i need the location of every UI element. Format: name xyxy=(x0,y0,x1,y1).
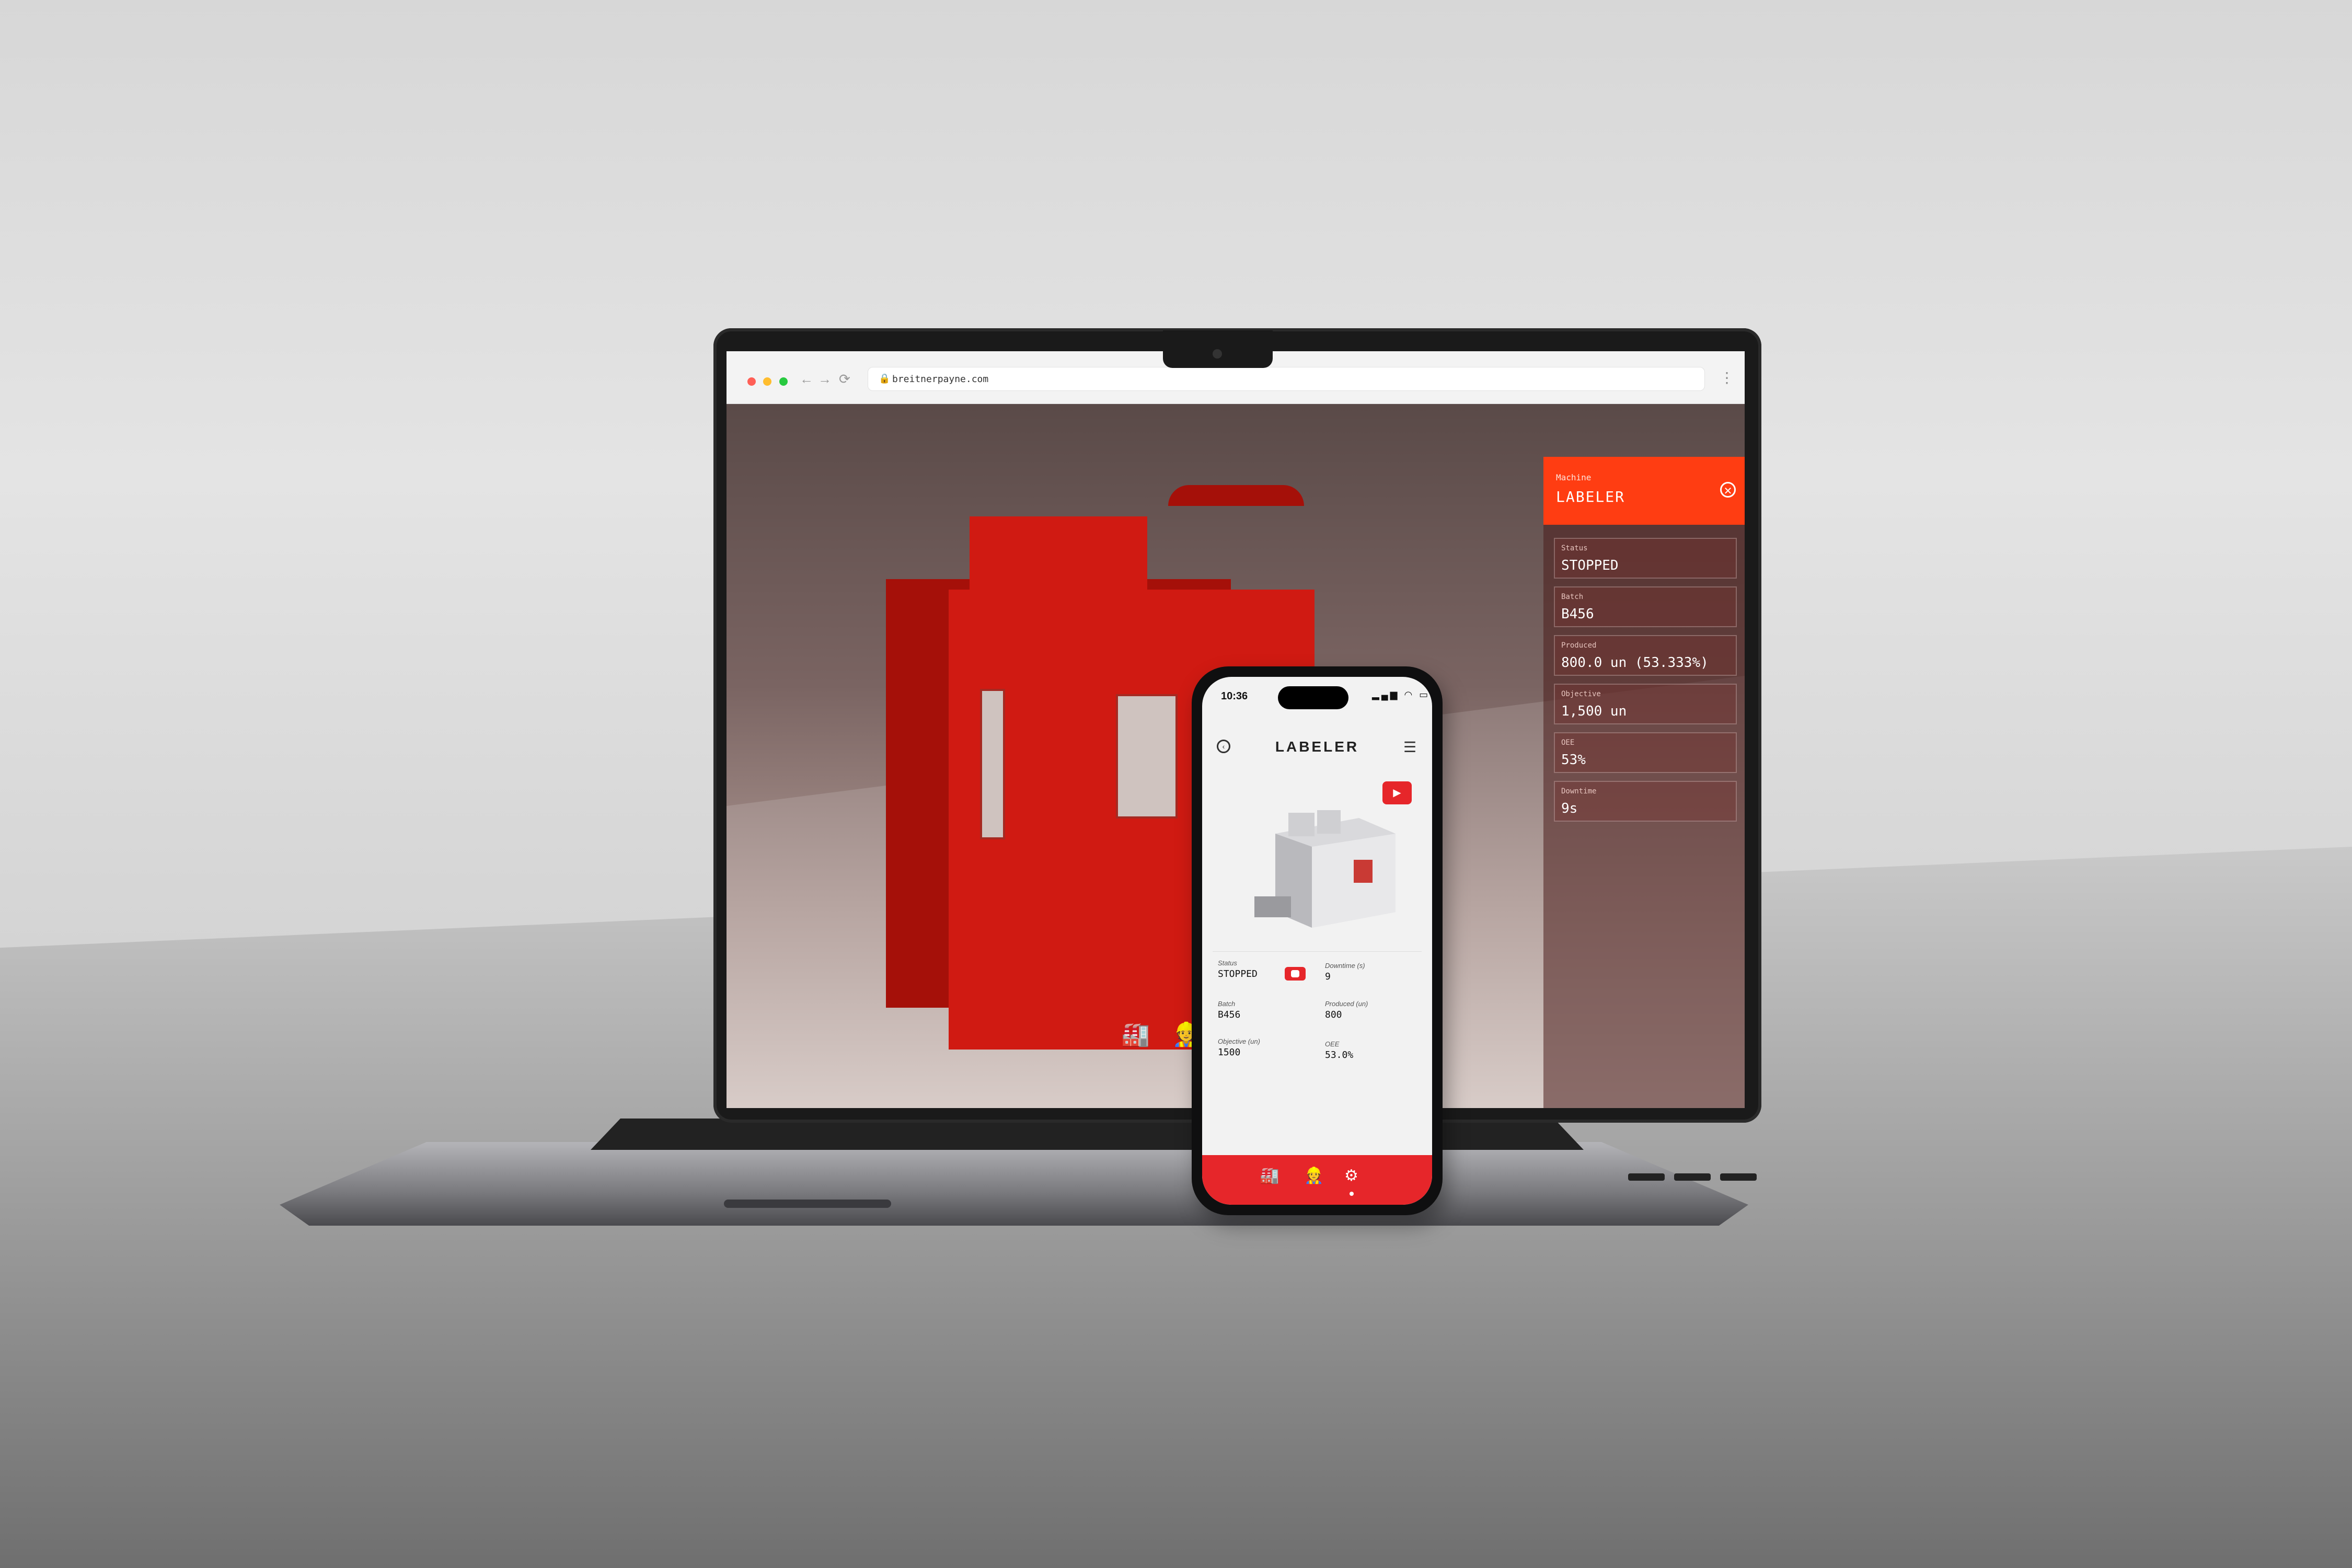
status-value: STOPPED xyxy=(1218,969,1258,979)
status-toggle[interactable] xyxy=(1285,967,1306,981)
card-value: 1,500 un xyxy=(1561,704,1627,719)
oee-card: OEE 53% xyxy=(1554,732,1737,773)
produced-label: Produced (un) xyxy=(1325,1000,1368,1008)
window-controls xyxy=(747,377,793,388)
status-bar-time: 10:36 xyxy=(1221,690,1248,702)
card-value: B456 xyxy=(1561,606,1594,622)
dynamic-island xyxy=(1278,686,1348,709)
card-label: Objective xyxy=(1561,690,1601,698)
machine-top-block xyxy=(970,516,1064,590)
port xyxy=(1628,1173,1665,1181)
machine-arm xyxy=(1168,485,1304,506)
side-vent xyxy=(980,689,1005,839)
browser-menu-icon[interactable]: ⋮ xyxy=(1720,369,1734,386)
forward-arrow-icon[interactable]: → xyxy=(818,371,832,387)
machine-info-panel: Machine LABELER ✕ Status STOPPED Batch B… xyxy=(1543,457,1745,1108)
card-value: 800.0 un (53.333%) xyxy=(1561,655,1709,671)
active-tab-indicator xyxy=(1350,1192,1354,1196)
card-label: Downtime xyxy=(1561,787,1597,795)
back-arrow-icon[interactable]: ← xyxy=(800,371,813,387)
status-bar-icons: ▂▄▆ ◠ ▭ xyxy=(1372,689,1431,700)
scene: ← → ⟳ 🔒 breitnerpayne.com ⋮ 🏭 👷 Machine … xyxy=(0,0,2352,1568)
card-label: OEE xyxy=(1561,739,1575,747)
objective-value: 1500 xyxy=(1218,1047,1241,1058)
laptop-base xyxy=(280,1142,1748,1226)
downtime-card: Downtime 9s xyxy=(1554,781,1737,822)
card-value: 53% xyxy=(1561,752,1586,768)
page-title: LABELER xyxy=(1275,739,1359,755)
machine-tab-icon[interactable]: ⚙ xyxy=(1344,1167,1358,1185)
address-bar[interactable]: 🔒 breitnerpayne.com xyxy=(868,367,1705,391)
maximize-window-button[interactable] xyxy=(779,377,788,386)
batch-value: B456 xyxy=(1218,1009,1241,1020)
phone-screen: 10:36 ▂▄▆ ◠ ▭ ‹ LABELER ☰ ▶ Status STOPP… xyxy=(1202,677,1432,1205)
status-label: Status xyxy=(1218,959,1237,967)
port xyxy=(1674,1173,1711,1181)
downtime-value: 9 xyxy=(1325,971,1331,982)
minimize-window-button[interactable] xyxy=(763,377,772,386)
panel-section-label: Machine xyxy=(1556,472,1592,482)
objective-card: Objective 1,500 un xyxy=(1554,684,1737,724)
produced-card: Produced 800.0 un (53.333%) xyxy=(1554,635,1737,676)
viewport-dock: 🏭 👷 xyxy=(1121,1021,1201,1048)
machine-top-block xyxy=(1064,516,1147,590)
laptop-ports xyxy=(1628,1173,1766,1183)
port xyxy=(1720,1173,1757,1181)
close-window-button[interactable] xyxy=(747,377,756,386)
card-value: 9s xyxy=(1561,801,1578,816)
machine-name: LABELER xyxy=(1556,488,1625,505)
card-label: Batch xyxy=(1561,593,1584,601)
card-label: Status xyxy=(1561,544,1588,552)
bottom-tab-bar: 🏭 👷 ⚙ xyxy=(1202,1155,1432,1205)
downtime-label: Downtime (s) xyxy=(1325,962,1365,970)
card-value: STOPPED xyxy=(1561,558,1619,573)
factory-tab-icon[interactable]: 🏭 xyxy=(1260,1167,1279,1185)
url-text: breitnerpayne.com xyxy=(892,374,989,385)
status-card: Status STOPPED xyxy=(1554,538,1737,579)
card-label: Produced xyxy=(1561,641,1597,650)
camera-icon xyxy=(1213,349,1222,359)
operator-tab-icon[interactable]: 👷 xyxy=(1304,1167,1323,1185)
menu-icon[interactable]: ☰ xyxy=(1403,739,1416,756)
machine-thumbnail xyxy=(1254,810,1396,928)
objective-label: Objective (un) xyxy=(1218,1037,1260,1045)
divider xyxy=(1213,951,1422,952)
factory-icon[interactable]: 🏭 xyxy=(1121,1022,1150,1047)
batch-label: Batch xyxy=(1218,1000,1236,1008)
close-icon[interactable]: ✕ xyxy=(1720,482,1736,498)
laptop-front-lip xyxy=(724,1200,891,1208)
lock-icon: 🔒 xyxy=(879,373,891,384)
control-panel xyxy=(1116,694,1178,818)
panel-header: Machine LABELER ✕ xyxy=(1543,457,1745,525)
reload-icon[interactable]: ⟳ xyxy=(839,371,850,387)
oee-label: OEE xyxy=(1325,1040,1340,1048)
batch-card: Batch B456 xyxy=(1554,586,1737,627)
produced-value: 800 xyxy=(1325,1009,1342,1020)
oee-value: 53.0% xyxy=(1325,1050,1354,1060)
